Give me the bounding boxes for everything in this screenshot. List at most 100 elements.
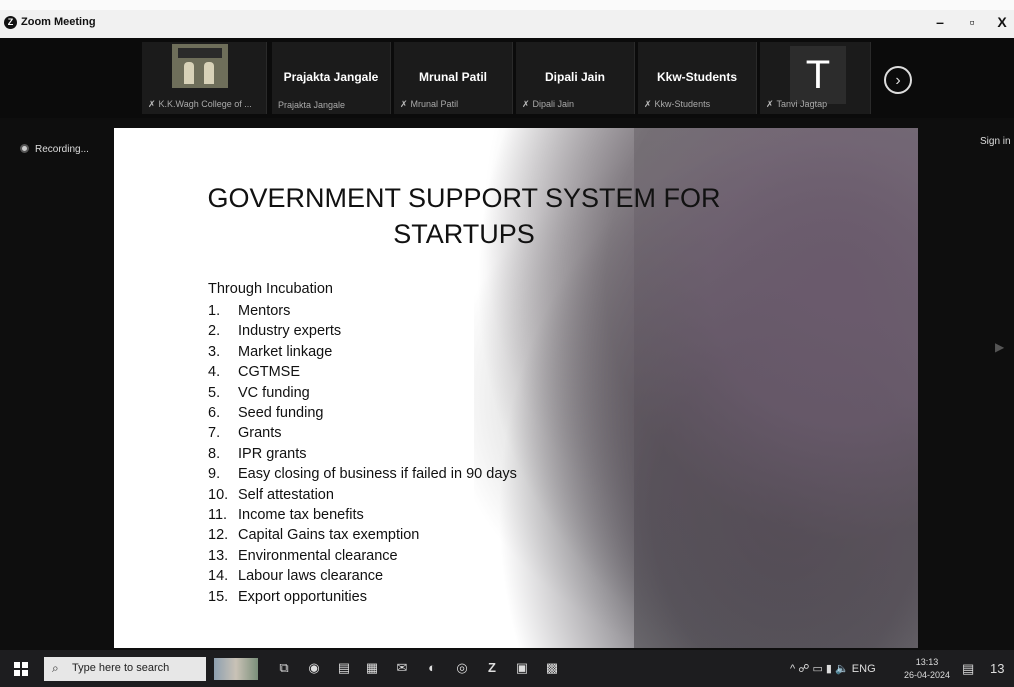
mic-muted-icon: ✗ bbox=[400, 99, 408, 109]
list-item-text: VC funding bbox=[238, 384, 310, 401]
language-indicator[interactable]: ENG bbox=[852, 663, 876, 675]
edge-browser-icon[interactable]: ◉ bbox=[306, 660, 322, 676]
next-participants-button[interactable]: › bbox=[884, 66, 912, 94]
list-item-number: 2. bbox=[208, 323, 221, 340]
task-view-icon[interactable]: ⧉ bbox=[276, 660, 292, 676]
store-icon[interactable]: ▦ bbox=[364, 660, 380, 676]
participant-label: Dipali Jain bbox=[532, 99, 575, 109]
list-item-number: 10. bbox=[208, 486, 229, 503]
list-item-text: Export opportunities bbox=[238, 588, 367, 605]
close-button[interactable]: X bbox=[992, 14, 1012, 30]
list-item: 10. Self attestation bbox=[208, 485, 517, 505]
list-item-number: 15. bbox=[208, 588, 229, 605]
powerpoint-icon[interactable]: ▩ bbox=[544, 660, 560, 676]
participant-strip: ✗ K.K.Wagh College of ... Prajakta Jangal… bbox=[0, 38, 1014, 118]
list-item-text: Environmental clearance bbox=[238, 547, 398, 564]
participant-name: Kkw-Students bbox=[656, 70, 737, 84]
search-placeholder: Type here to search bbox=[72, 662, 170, 674]
list-item: 2. Industry experts bbox=[208, 321, 517, 341]
list-item: 11. Income tax benefits bbox=[208, 505, 517, 525]
windows-taskbar: ⌕ Type here to search ⧉ ◉ ▤ ▦ ✉ ◐ ◎ Z ▣ … bbox=[0, 650, 1014, 687]
photos-icon[interactable]: ▣ bbox=[514, 660, 530, 676]
list-item-text: Self attestation bbox=[238, 486, 334, 503]
minimize-button[interactable]: – bbox=[930, 14, 950, 30]
zoom-app-icon[interactable]: Z bbox=[484, 660, 500, 676]
list-item-text: Seed funding bbox=[238, 405, 324, 422]
participant-tile[interactable]: Dipali Jain ✗ Dipali Jain bbox=[516, 42, 635, 114]
list-item: 13. Environmental clearance bbox=[208, 546, 517, 566]
participant-label: Tanvi Jagtap bbox=[776, 99, 828, 109]
volume-icon[interactable]: 🔈 bbox=[835, 663, 849, 675]
screen: Z Zoom Meeting – ▫ X ✗ K.K.Wagh College o… bbox=[0, 10, 1014, 687]
window-title: Zoom Meeting bbox=[21, 16, 96, 28]
list-item-number: 3. bbox=[208, 343, 221, 360]
participant-name: Prajakta Jangale bbox=[283, 70, 379, 84]
participant-tile[interactable]: Mrunal Patil ✗ Mrunal Patil bbox=[394, 42, 513, 114]
media-player-icon[interactable]: ◐ bbox=[424, 660, 440, 676]
list-item-number: 12. bbox=[208, 527, 229, 544]
list-item-number: 5. bbox=[208, 384, 221, 401]
list-item-text: IPR grants bbox=[238, 445, 307, 462]
participant-label: Mrunal Patil bbox=[410, 99, 459, 109]
recording-indicator[interactable]: Recording... bbox=[20, 144, 89, 155]
network-icon[interactable]: ☍ bbox=[798, 663, 809, 675]
list-item-number: 11. bbox=[208, 507, 228, 524]
list-item: 4. CGTMSE bbox=[208, 362, 517, 382]
list-item-number: 14. bbox=[208, 568, 229, 585]
list-item-number: 7. bbox=[208, 425, 221, 442]
monitor-icon[interactable]: ▭ bbox=[812, 663, 822, 675]
participant-tile[interactable]: T ✗ Tanvi Jagtap bbox=[760, 42, 871, 114]
participant-tile[interactable]: Prajakta Jangale Prajakta Jangale bbox=[272, 42, 391, 114]
list-item: 3. Market linkage bbox=[208, 342, 517, 362]
list-item-text: Mentors bbox=[238, 303, 291, 319]
participant-name: Mrunal Patil bbox=[418, 70, 487, 84]
participant-name: Dipali Jain bbox=[544, 70, 606, 84]
chevron-right-icon: ▶ bbox=[995, 340, 1005, 354]
list-item-text: Capital Gains tax exemption bbox=[238, 527, 420, 544]
chrome-icon[interactable]: ◎ bbox=[454, 660, 470, 676]
list-item-text: Easy closing of business if failed in 90… bbox=[238, 466, 517, 483]
slide-title: GOVERNMENT SUPPORT SYSTEM FOR STARTUPS bbox=[207, 183, 721, 249]
shared-screen-slide: GOVERNMENT SUPPORT SYSTEM FOR STARTUPS T… bbox=[114, 128, 918, 648]
file-explorer-icon[interactable]: ▤ bbox=[336, 660, 352, 676]
taskbar-clock[interactable]: 13:13 26-04-2024 bbox=[904, 656, 950, 682]
participant-tile[interactable]: Kkw-Students ✗ Kkw-Students bbox=[638, 42, 757, 114]
mic-muted-icon: ✗ bbox=[766, 99, 774, 109]
participant-avatar: T bbox=[790, 46, 846, 104]
list-item: 15. Export opportunities bbox=[208, 587, 517, 607]
slide-bullet-list: Through Incubation 1. Mentors 2. Industry e… bbox=[208, 280, 517, 607]
list-item: 6. Seed funding bbox=[208, 403, 517, 423]
restore-button[interactable]: ▫ bbox=[962, 14, 982, 30]
notification-badge[interactable]: 13 bbox=[990, 661, 1004, 676]
zoom-logo-icon: Z bbox=[4, 16, 17, 29]
title-bar: Z Zoom Meeting – ▫ X bbox=[0, 10, 1014, 38]
sign-in-link[interactable]: Sign in bbox=[980, 136, 1011, 147]
list-item-text: CGTMSE bbox=[238, 364, 301, 381]
list-item: 7. Grants bbox=[208, 423, 517, 443]
participant-tile[interactable]: ✗ K.K.Wagh College of ... bbox=[142, 42, 267, 114]
recording-label: Recording... bbox=[35, 144, 89, 155]
notification-icon[interactable]: ▤ bbox=[962, 661, 974, 677]
chevron-up-icon[interactable]: ^ bbox=[790, 663, 795, 675]
record-icon bbox=[20, 144, 29, 153]
search-icon: ⌕ bbox=[52, 661, 59, 675]
numbered-list: 1. Mentors 2. Industry experts 3. Market link… bbox=[208, 301, 517, 607]
battery-icon[interactable]: ▮ bbox=[826, 663, 832, 675]
list-item: 1. Mentors bbox=[208, 301, 517, 321]
taskbar-search-box[interactable]: ⌕ Type here to search bbox=[44, 657, 206, 681]
list-item-number: 9. bbox=[208, 466, 221, 483]
mail-icon[interactable]: ✉ bbox=[394, 660, 410, 676]
windows-start-icon[interactable] bbox=[14, 662, 28, 676]
list-item-number: 6. bbox=[208, 405, 221, 422]
list-item: 14. Labour laws clearance bbox=[208, 566, 517, 586]
system-tray[interactable]: ^ ☍ ▭ ▮ 🔈 ENG bbox=[790, 662, 876, 675]
list-item-text: Labour laws clearance bbox=[238, 568, 384, 585]
clock-time: 13:13 bbox=[915, 657, 939, 667]
list-item-number: 8. bbox=[208, 445, 221, 462]
list-item: 12. Capital Gains tax exemption bbox=[208, 525, 517, 545]
list-item-text: Income tax benefits bbox=[238, 507, 364, 524]
list-intro: Through Incubation bbox=[208, 281, 333, 297]
participant-label: Prajakta Jangale bbox=[278, 100, 346, 110]
list-item: 9. Easy closing of business if failed in … bbox=[208, 464, 517, 484]
clock-date: 26-04-2024 bbox=[904, 670, 951, 680]
